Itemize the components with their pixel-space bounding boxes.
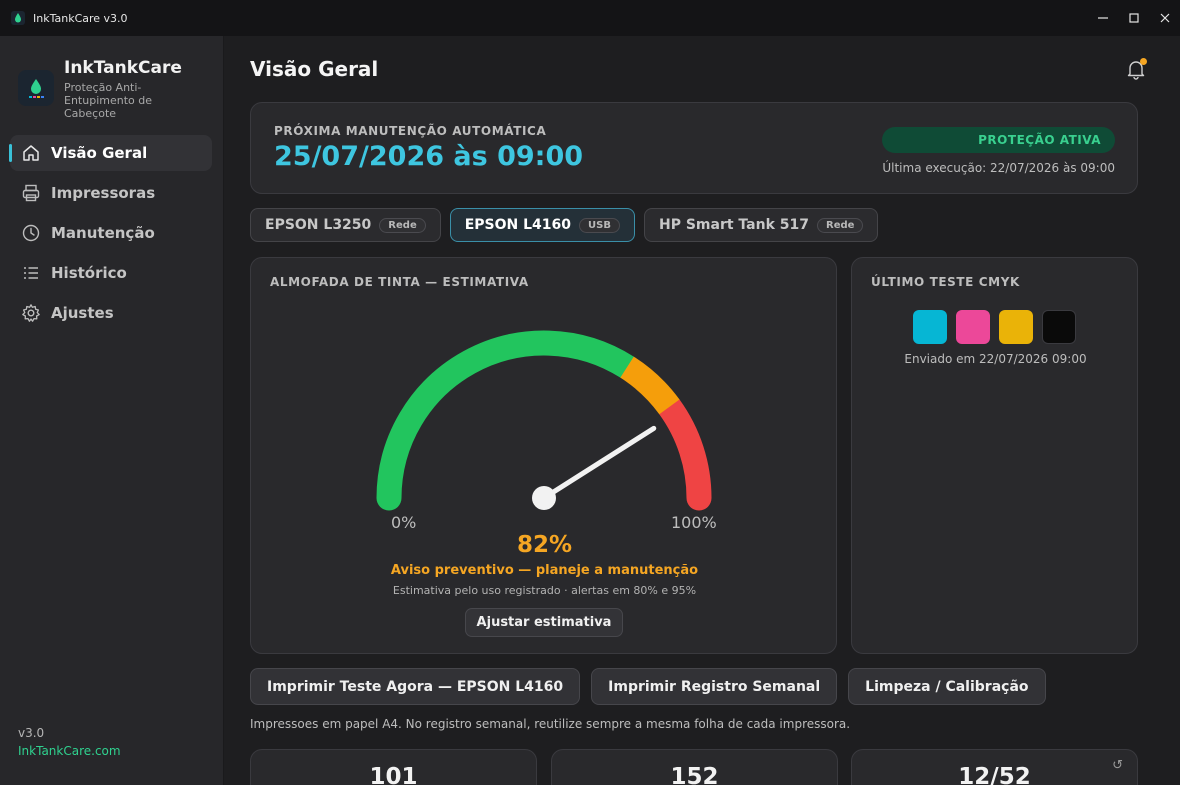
sidebar-item-label: Visão Geral: [51, 144, 148, 162]
sidebar-item-label: Impressoras: [51, 184, 156, 202]
maximize-button[interactable]: [1118, 0, 1149, 36]
stat-card: 152: [551, 749, 838, 785]
minimize-icon: [1097, 17, 1108, 19]
notifications-button[interactable]: [1125, 58, 1147, 80]
connection-badge: Rede: [379, 217, 426, 233]
printer-icon: [22, 184, 40, 202]
gauge-hub: [532, 486, 556, 510]
gauge-green-segment: [376, 330, 640, 511]
refresh-icon[interactable]: ↺: [1112, 758, 1123, 773]
printer-tab-name: EPSON L4160: [464, 217, 572, 233]
gauge-needle: [541, 425, 657, 501]
next-maintenance-datetime: 25/07/2026 às 09:00: [274, 141, 584, 172]
yellow-swatch: [999, 310, 1033, 344]
notification-dot: [1140, 58, 1147, 65]
gear-icon: [22, 304, 40, 322]
close-button[interactable]: [1149, 0, 1180, 36]
cyan-swatch: [913, 310, 947, 344]
title-bar: InkTankCare v3.0: [0, 0, 1180, 36]
printer-tab-hp-smart-tank-517[interactable]: HP Smart Tank 517 Rede: [643, 208, 879, 242]
printer-tab-epson-l4160[interactable]: EPSON L4160 USB: [449, 208, 635, 242]
sidebar-item-manutencao[interactable]: Manutenção: [10, 215, 212, 251]
stat-value: 152: [670, 764, 719, 785]
sidebar-item-visao-geral[interactable]: Visão Geral: [9, 135, 212, 171]
cmyk-sent-text: Enviado em 22/07/2026 09:00: [904, 352, 1087, 366]
printer-tab-epson-l3250[interactable]: EPSON L3250 Rede: [250, 208, 441, 242]
black-swatch: [1042, 310, 1076, 344]
printer-tab-name: HP Smart Tank 517: [658, 217, 809, 233]
ink-pad-card: ALMOFADA DE TINTA — ESTIMATIVA 0% 100% 8…: [250, 257, 837, 654]
adjust-estimate-button[interactable]: Ajustar estimativa: [465, 608, 623, 637]
close-icon: [1160, 13, 1169, 23]
ink-pad-warning: Aviso preventivo — planeje a manutenção: [390, 563, 699, 578]
stat-value: 12/52: [958, 764, 1031, 785]
cmyk-test-title: ÚLTIMO TESTE CMYK: [871, 275, 1020, 289]
brand-subtitle: Proteção Anti-Entupimento de Cabeçote: [64, 81, 152, 120]
next-maintenance-card: PRÓXIMA MANUTENÇÃO AUTOMÁTICA 25/07/2026…: [250, 102, 1138, 194]
brand-name: InkTankCare: [64, 58, 182, 78]
clock-icon: [22, 224, 40, 242]
minimize-button[interactable]: [1087, 0, 1118, 36]
action-buttons: Imprimir Teste Agora — EPSON L4160 Impri…: [250, 668, 1057, 705]
sidebar-item-label: Ajustes: [51, 304, 114, 322]
sidebar-item-label: Manutenção: [51, 224, 155, 242]
app-icon: [11, 11, 25, 25]
stat-value: 101: [369, 764, 418, 785]
version-label: v3.0: [18, 726, 45, 740]
maximize-icon: [1128, 13, 1139, 23]
cleaning-calibration-button[interactable]: Limpeza / Calibração: [848, 668, 1046, 705]
sidebar-nav: Visão Geral Impressoras Manutenção Histó…: [9, 135, 212, 335]
list-icon: [24, 267, 38, 279]
sidebar-item-ajustes[interactable]: Ajustes: [10, 295, 212, 331]
page-title: Visão Geral: [250, 57, 379, 81]
print-test-button[interactable]: Imprimir Teste Agora — EPSON L4160: [250, 668, 581, 705]
connection-badge: Rede: [817, 217, 864, 233]
ink-pad-note: Estimativa pelo uso registrado · alertas…: [392, 584, 697, 597]
home-icon: [23, 145, 39, 161]
sidebar-item-label: Histórico: [51, 264, 127, 282]
gauge-min-label: 0%: [391, 513, 417, 532]
gauge-red-segment: [656, 394, 712, 511]
sidebar-item-historico[interactable]: Histórico: [10, 255, 212, 291]
sidebar-item-impressoras[interactable]: Impressoras: [10, 175, 212, 211]
next-maintenance-label: PRÓXIMA MANUTENÇÃO AUTOMÁTICA: [274, 124, 547, 138]
stat-card: 101: [250, 749, 537, 785]
main-content: Visão Geral PRÓXIMA MANUTENÇÃO AUTOMÁTIC…: [224, 36, 1180, 785]
ink-pad-gauge: [376, 330, 712, 511]
magenta-swatch: [956, 310, 990, 344]
ink-pad-percentage: 82%: [516, 532, 573, 558]
printer-tab-name: EPSON L3250: [265, 217, 372, 233]
gauge-orange-segment: [620, 356, 680, 415]
stat-card: 12/52 ↺: [851, 749, 1138, 785]
cmyk-swatches: [913, 310, 1085, 344]
website-link[interactable]: InkTankCare.com: [18, 744, 121, 758]
cmyk-test-card: ÚLTIMO TESTE CMYK Enviado em 22/07/2026 …: [851, 257, 1138, 654]
brand: InkTankCare Proteção Anti-Entupimento de…: [18, 58, 182, 120]
connection-badge: USB: [579, 217, 620, 233]
window-title: InkTankCare v3.0: [33, 11, 128, 25]
print-weekly-log-button[interactable]: Imprimir Registro Semanal: [591, 668, 838, 705]
logo-icon: [18, 70, 54, 106]
last-run-text: Última execução: 22/07/2026 às 09:00: [882, 161, 1115, 175]
sidebar: InkTankCare Proteção Anti-Entupimento de…: [0, 36, 224, 785]
protection-status-badge: PROTEÇÃO ATIVA: [882, 127, 1115, 153]
paper-hint: Impressoes em papel A4. No registro sema…: [250, 717, 851, 731]
gauge-max-label: 100%: [671, 513, 717, 532]
printer-tabs: EPSON L3250 Rede EPSON L4160 USB HP Smar…: [250, 208, 887, 242]
